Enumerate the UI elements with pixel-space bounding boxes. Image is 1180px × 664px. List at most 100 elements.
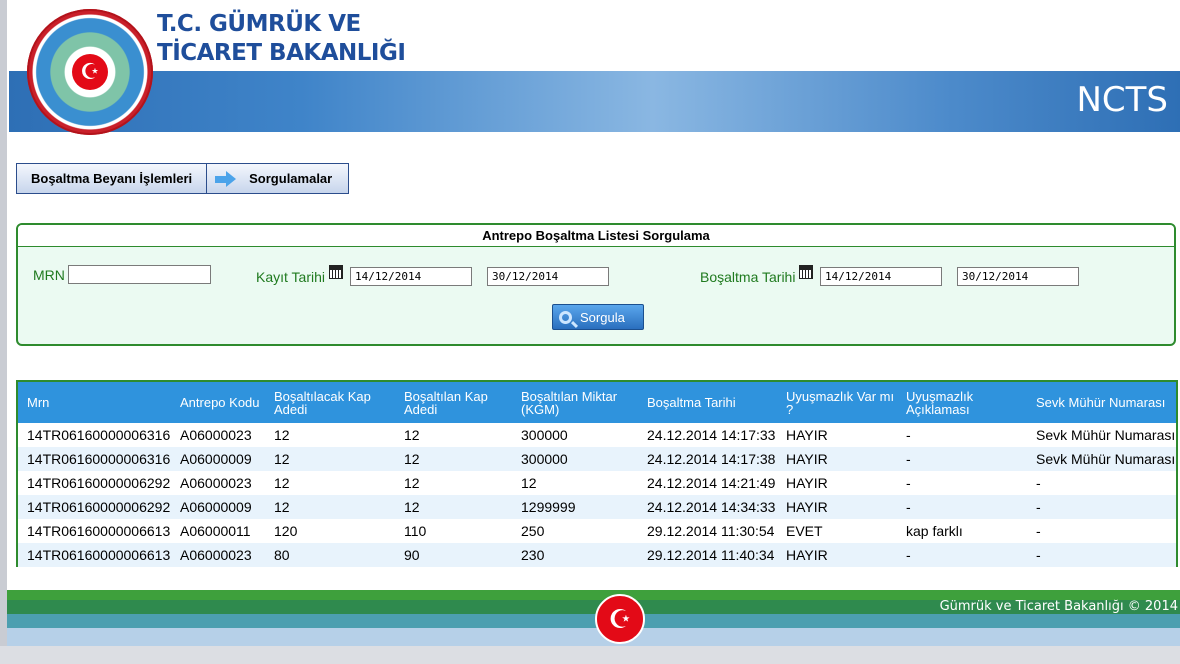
table-cell: - <box>906 451 911 467</box>
table-cell: 14TR06160000006613 <box>27 547 171 563</box>
table-cell: A06000009 <box>180 499 252 515</box>
table-cell: 24.12.2014 14:17:38 <box>647 451 776 467</box>
table-cell: - <box>1036 475 1041 491</box>
table-cell: 29.12.2014 11:30:54 <box>647 523 775 539</box>
table-cell: 120 <box>274 523 298 539</box>
column-header: Boşaltılan Kap Adedi <box>404 388 488 417</box>
results-table: Mrn Antrepo Kodu Boşaltılacak Kap Adedi Boş… <box>16 380 1178 567</box>
table-cell: A06000011 <box>180 523 251 539</box>
table-cell: HAYIR <box>786 427 828 443</box>
table-cell: Sevk Mühür Numarası <box>1036 427 1176 443</box>
table-cell: kap farklı <box>906 523 963 539</box>
kayit-tarihi-label: Kayıt Tarihi <box>256 269 325 285</box>
kayit-tarihi-to-input[interactable] <box>487 267 609 286</box>
table-cell: 12 <box>404 427 420 443</box>
table-cell: A06000023 <box>180 547 252 563</box>
table-cell: 12 <box>404 451 420 467</box>
table-cell: 14TR06160000006613 <box>27 523 171 539</box>
table-header-row: Mrn Antrepo Kodu Boşaltılacak Kap Adedi Boş… <box>18 382 1176 423</box>
table-cell: 14TR06160000006316 <box>27 451 171 467</box>
main-nav: Boşaltma Beyanı İşlemleri Sorgulamalar <box>16 163 350 194</box>
bottom-edge <box>0 646 1180 664</box>
footer-copyright: Gümrük ve Ticaret Bakanlığı © 2014 <box>939 599 1178 614</box>
table-cell: 12 <box>274 499 290 515</box>
column-header: Mrn <box>27 395 50 410</box>
query-panel-title: Antrepo Boşaltma Listesi Sorgulama <box>18 225 1174 247</box>
table-cell: HAYIR <box>786 451 828 467</box>
nav-sorgulamalar[interactable]: Sorgulamalar <box>206 163 350 194</box>
table-cell: - <box>906 427 911 443</box>
table-cell: 24.12.2014 14:34:33 <box>647 499 776 515</box>
table-cell: 24.12.2014 14:21:49 <box>647 475 776 491</box>
column-header: Sevk Mühür Numarası <box>1036 395 1166 410</box>
table-cell: 14TR06160000006316 <box>27 427 171 443</box>
mrn-input[interactable] <box>68 265 211 284</box>
page-footer: ☪ Gümrük ve Ticaret Bakanlığı © 2014 <box>7 590 1180 646</box>
bosaltma-tarihi-label: Boşaltma Tarihi <box>700 269 796 285</box>
footer-stripe <box>7 614 1180 628</box>
table-cell: 14TR06160000006292 <box>27 475 171 491</box>
table-cell: Sevk Mühür Numarası <box>1036 451 1176 467</box>
table-cell: A06000023 <box>180 475 252 491</box>
nav-bosaltma-beyani[interactable]: Boşaltma Beyanı İşlemleri <box>16 163 208 194</box>
ministry-title: T.C. GÜMRÜK VE TİCARET BAKANLIĞI <box>157 10 406 68</box>
ministry-title-line1: T.C. GÜMRÜK VE <box>157 11 361 37</box>
ministry-logo-icon: ☪ <box>27 9 153 135</box>
query-panel: Antrepo Boşaltma Listesi Sorgulama MRN K… <box>16 223 1176 346</box>
page-header: ☪ T.C. GÜMRÜK VE TİCARET BAKANLIĞI NCTS <box>9 0 1180 135</box>
table-cell: 12 <box>404 475 420 491</box>
arrow-right-icon <box>215 170 237 187</box>
calendar-icon[interactable] <box>329 265 343 279</box>
table-cell: 230 <box>521 547 545 563</box>
table-cell: 12 <box>274 475 290 491</box>
column-header: Uyuşmazlık Açıklaması <box>906 388 974 417</box>
table-cell: HAYIR <box>786 475 828 491</box>
table-cell: 12 <box>274 451 290 467</box>
table-cell: 250 <box>521 523 545 539</box>
kayit-tarihi-from-input[interactable] <box>350 267 472 286</box>
left-edge <box>0 0 7 664</box>
sorgula-button-label: Sorgula <box>580 309 625 325</box>
table-row: 14TR06160000006316 A06000023 12 12 300000 24.… <box>18 423 1176 447</box>
table-row: 14TR06160000006292 A06000009 12 12 1299999 24… <box>18 495 1176 519</box>
table-cell: 1299999 <box>521 499 576 515</box>
nav-sorgulamalar-label: Sorgulamalar <box>249 171 333 186</box>
table-row: 14TR06160000006613 A06000023 80 90 230 29.12.… <box>18 543 1176 567</box>
table-cell: - <box>906 475 911 491</box>
column-header: Antrepo Kodu <box>180 395 260 410</box>
bosaltma-tarihi-to-input[interactable] <box>957 267 1079 286</box>
table-cell: 24.12.2014 14:17:33 <box>647 427 776 443</box>
table-cell: - <box>906 547 911 563</box>
table-cell: 12 <box>521 475 537 491</box>
table-cell: EVET <box>786 523 823 539</box>
table-cell: HAYIR <box>786 499 828 515</box>
bosaltma-tarihi-from-input[interactable] <box>820 267 942 286</box>
table-cell: 300000 <box>521 427 568 443</box>
table-row: 14TR06160000006316 A06000009 12 12 300000 24.… <box>18 447 1176 471</box>
sorgula-button[interactable]: Sorgula <box>552 304 644 330</box>
table-cell: 90 <box>404 547 420 563</box>
turkish-flag-icon: ☪ <box>595 594 645 644</box>
table-cell: - <box>1036 547 1041 563</box>
header-band <box>9 71 1180 132</box>
table-cell: A06000009 <box>180 451 252 467</box>
table-cell: 12 <box>274 427 290 443</box>
table-row: 14TR06160000006613 A06000011 120 110 250 29.1… <box>18 519 1176 543</box>
column-header: Boşaltılan Miktar (KGM) <box>521 388 618 417</box>
table-cell: 29.12.2014 11:40:34 <box>647 547 775 563</box>
app-name: NCTS <box>1076 80 1168 120</box>
crescent-star-icon: ☪ <box>72 54 108 90</box>
ministry-title-line2: TİCARET BAKANLIĞI <box>157 40 406 66</box>
calendar-icon[interactable] <box>799 265 813 279</box>
table-cell: 14TR06160000006292 <box>27 499 171 515</box>
mrn-label: MRN <box>33 267 65 283</box>
table-cell: 300000 <box>521 451 568 467</box>
footer-stripe <box>7 628 1180 646</box>
search-icon <box>559 310 572 324</box>
table-cell: - <box>1036 523 1041 539</box>
column-header: Boşaltma Tarihi <box>647 395 736 410</box>
table-cell: 80 <box>274 547 290 563</box>
column-header: Boşaltılacak Kap Adedi <box>274 388 371 417</box>
column-header: Uyuşmazlık Var mı ? <box>786 388 895 417</box>
table-cell: A06000023 <box>180 427 252 443</box>
